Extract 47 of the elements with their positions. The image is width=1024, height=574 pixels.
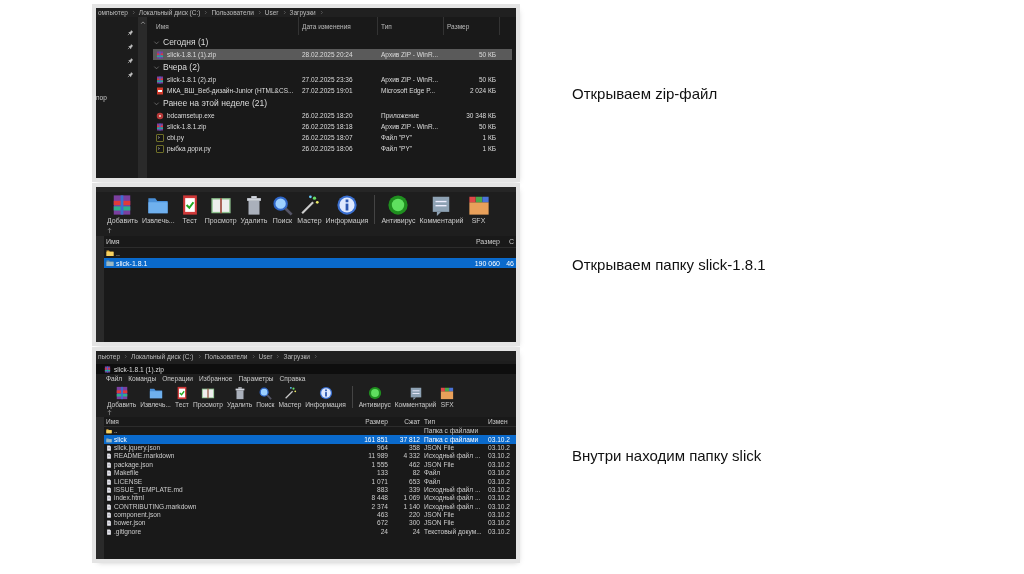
script-icon bbox=[156, 133, 164, 142]
info-icon bbox=[335, 194, 358, 216]
chevron-icon bbox=[196, 353, 202, 359]
orb-icon bbox=[367, 386, 382, 400]
search-icon bbox=[271, 194, 294, 216]
wand-icon bbox=[298, 194, 321, 216]
up-arrow-icon[interactable] bbox=[106, 409, 113, 416]
chevron-icon bbox=[203, 10, 209, 15]
group-header[interactable]: Вчера (2) bbox=[163, 62, 200, 72]
disc-icon bbox=[156, 111, 164, 120]
chevron-icon bbox=[275, 353, 281, 359]
chevron-icon bbox=[250, 353, 256, 359]
pin-icon bbox=[127, 57, 134, 64]
orb-icon bbox=[387, 194, 410, 216]
box-icon bbox=[440, 386, 455, 400]
archive-icon bbox=[114, 386, 129, 400]
box-icon bbox=[467, 194, 490, 216]
archive-icon bbox=[156, 50, 164, 59]
archive-icon bbox=[156, 122, 164, 131]
slide-caption: Открываем zip-файл bbox=[572, 84, 719, 102]
archive-icon bbox=[104, 365, 111, 373]
archive-icon bbox=[156, 75, 164, 84]
script-icon bbox=[156, 144, 164, 153]
chevron-icon bbox=[313, 353, 318, 359]
chevron-icon bbox=[130, 10, 136, 15]
slide-caption: Открываем папку slick-1.8.1 bbox=[572, 256, 767, 273]
pin-icon bbox=[127, 71, 134, 78]
chevron-icon bbox=[318, 10, 324, 15]
book-icon bbox=[201, 386, 215, 400]
chevron-icon bbox=[281, 10, 287, 15]
folder-icon bbox=[106, 259, 114, 267]
search-icon bbox=[258, 386, 273, 400]
up-arrow-icon[interactable] bbox=[106, 226, 113, 234]
folder-icon bbox=[106, 249, 114, 257]
chevron-icon bbox=[123, 353, 129, 359]
folder-icon bbox=[148, 386, 163, 400]
pin-icon bbox=[127, 29, 134, 36]
document-icon bbox=[156, 86, 164, 95]
slide-caption: Внутри находим папку slick bbox=[572, 446, 763, 464]
pin-icon bbox=[127, 43, 134, 50]
note-icon bbox=[408, 386, 423, 400]
group-header[interactable]: Ранее на этой неделе (21) bbox=[163, 98, 267, 108]
chevron-icon bbox=[256, 10, 262, 15]
info-icon bbox=[318, 386, 333, 400]
group-header[interactable]: Сегодня (1) bbox=[163, 37, 209, 47]
file-icon bbox=[106, 444, 112, 451]
wand-icon bbox=[282, 386, 297, 400]
